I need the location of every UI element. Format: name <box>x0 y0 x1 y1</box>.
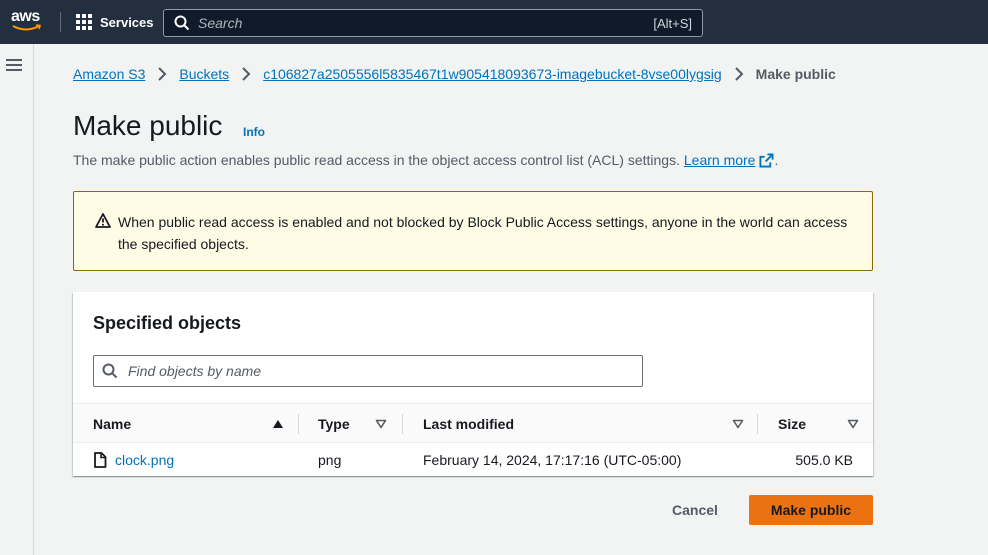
column-label: Type <box>318 415 350 432</box>
column-header-name[interactable]: Name <box>93 404 293 443</box>
smile-icon <box>12 24 42 31</box>
chevron-right-icon <box>734 67 744 81</box>
sort-ascending-icon[interactable] <box>272 419 284 429</box>
column-header-size[interactable]: Size <box>778 404 838 443</box>
column-label: Size <box>778 415 807 432</box>
external-link-icon <box>759 153 774 168</box>
breadcrumb-bucket[interactable]: c106827a2505556l5835467t1w905418093673-i… <box>263 66 721 82</box>
page-description: The make public action enables public re… <box>73 152 778 168</box>
global-search[interactable]: [Alt+S] <box>163 9 703 37</box>
aws-logo-text: aws <box>11 8 40 25</box>
chevron-right-icon <box>241 67 251 81</box>
column-header-type[interactable]: Type <box>318 404 378 443</box>
page-title: Make public <box>73 110 223 141</box>
learn-more-label: Learn more <box>683 152 756 168</box>
table-header: Name Type Last modified Size <box>73 403 873 443</box>
sort-down-icon[interactable] <box>847 419 859 429</box>
objects-table: Name Type Last modified Size clock.png p… <box>73 403 873 476</box>
menu-icon[interactable] <box>6 59 22 71</box>
column-label: Last modified <box>423 415 515 432</box>
grid-icon <box>76 14 92 30</box>
panel-title: Specified objects <box>93 313 242 333</box>
column-header-last-modified[interactable]: Last modified <box>423 404 723 443</box>
cell-name: clock.png <box>93 443 174 476</box>
services-label: Services <box>100 14 154 30</box>
make-public-button[interactable]: Make public <box>749 495 873 525</box>
learn-more-link[interactable]: Learn more <box>684 152 775 168</box>
nav-divider <box>60 12 61 32</box>
breadcrumb: Amazon S3 Buckets c106827a2505556l583546… <box>73 66 836 82</box>
cell-size: 505.0 KB <box>795 451 853 468</box>
breadcrumb-buckets[interactable]: Buckets <box>179 66 229 82</box>
column-divider <box>298 414 299 434</box>
description-end: . <box>774 152 779 168</box>
services-menu-button[interactable]: Services <box>76 14 154 30</box>
cell-last-modified: February 14, 2024, 17:17:16 (UTC-05:00) <box>423 451 682 468</box>
table-row: clock.png png February 14, 2024, 17:17:1… <box>73 443 873 476</box>
warning-alert: When public read access is enabled and n… <box>73 191 873 271</box>
sort-down-icon[interactable] <box>375 419 387 429</box>
warning-text: When public read access is enabled and n… <box>118 214 848 252</box>
breadcrumb-current: Make public <box>755 66 836 82</box>
chevron-right-icon <box>157 67 167 81</box>
cancel-button[interactable]: Cancel <box>660 496 730 524</box>
find-objects-search[interactable] <box>93 355 643 387</box>
aws-logo[interactable]: aws <box>11 9 45 35</box>
cell-type: png <box>318 451 342 468</box>
column-label: Name <box>93 415 132 432</box>
specified-objects-panel: Specified objects Name Type Last modifie… <box>73 292 873 476</box>
search-shortcut-hint: [Alt+S] <box>653 15 692 31</box>
breadcrumb-amazon-s3[interactable]: Amazon S3 <box>73 66 145 82</box>
column-divider <box>402 414 403 434</box>
column-divider <box>757 414 758 434</box>
warning-icon <box>95 213 111 228</box>
file-icon <box>94 451 107 468</box>
object-link[interactable]: clock.png <box>115 452 174 468</box>
search-icon <box>102 363 118 379</box>
sort-down-icon[interactable] <box>732 419 744 429</box>
global-search-input[interactable] <box>198 15 654 31</box>
info-link[interactable]: Info <box>243 125 265 139</box>
search-icon <box>174 15 190 31</box>
description-text: The make public action enables public re… <box>73 152 680 168</box>
find-objects-input[interactable] <box>128 363 642 379</box>
left-rail <box>0 44 34 555</box>
top-navigation: aws Services [Alt+S] <box>0 0 988 44</box>
